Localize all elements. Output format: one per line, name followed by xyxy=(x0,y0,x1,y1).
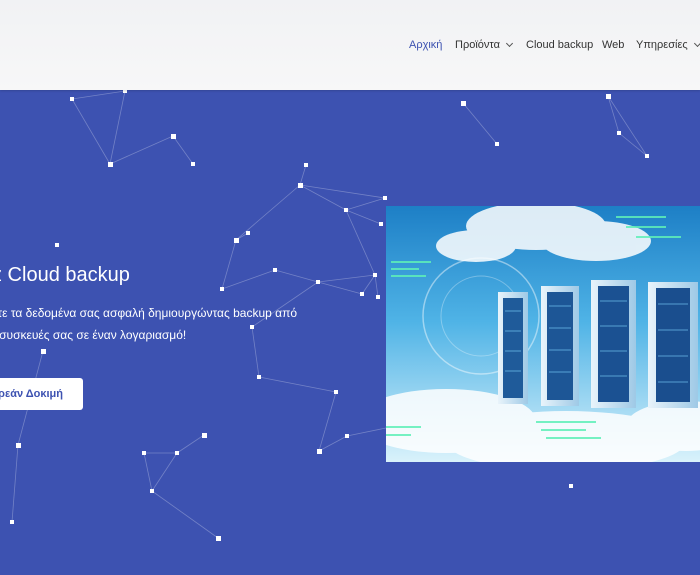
nav-services[interactable]: Υπηρεσίες xyxy=(636,39,700,51)
nav-web[interactable]: Web xyxy=(602,39,624,51)
hero-title: z Cloud backup xyxy=(0,264,130,286)
nav-services-label: Υπηρεσίες xyxy=(636,39,688,51)
hero-description: στε τα δεδομένα σας ασφαλή δημιουργώντας… xyxy=(0,302,297,346)
free-trial-button[interactable]: ρεάν Δοκιμή xyxy=(0,378,83,410)
hero-section: z Cloud backup στε τα δεδομένα σας ασφαλ… xyxy=(0,90,700,575)
nav-home[interactable]: Αρχική xyxy=(409,39,442,51)
hero-description-line-2: ς συσκευές σας σε έναν λογαριασμό! xyxy=(0,328,187,342)
server-racks-illustration xyxy=(386,206,700,462)
top-navigation-bar: Αρχική Προϊόντα Cloud backup Web Υπηρεσί… xyxy=(0,0,700,90)
nav-cloud-backup[interactable]: Cloud backup xyxy=(526,39,593,51)
cloud-server-image xyxy=(386,206,700,462)
chevron-down-icon xyxy=(693,39,700,48)
chevron-down-icon xyxy=(505,39,513,48)
hero-description-line-1: στε τα δεδομένα σας ασφαλή δημιουργώντας… xyxy=(0,306,298,320)
nav-products-label: Προϊόντα xyxy=(455,39,500,51)
main-menu: Αρχική Προϊόντα Cloud backup Web Υπηρεσί… xyxy=(0,39,700,59)
nav-products[interactable]: Προϊόντα xyxy=(455,39,513,51)
